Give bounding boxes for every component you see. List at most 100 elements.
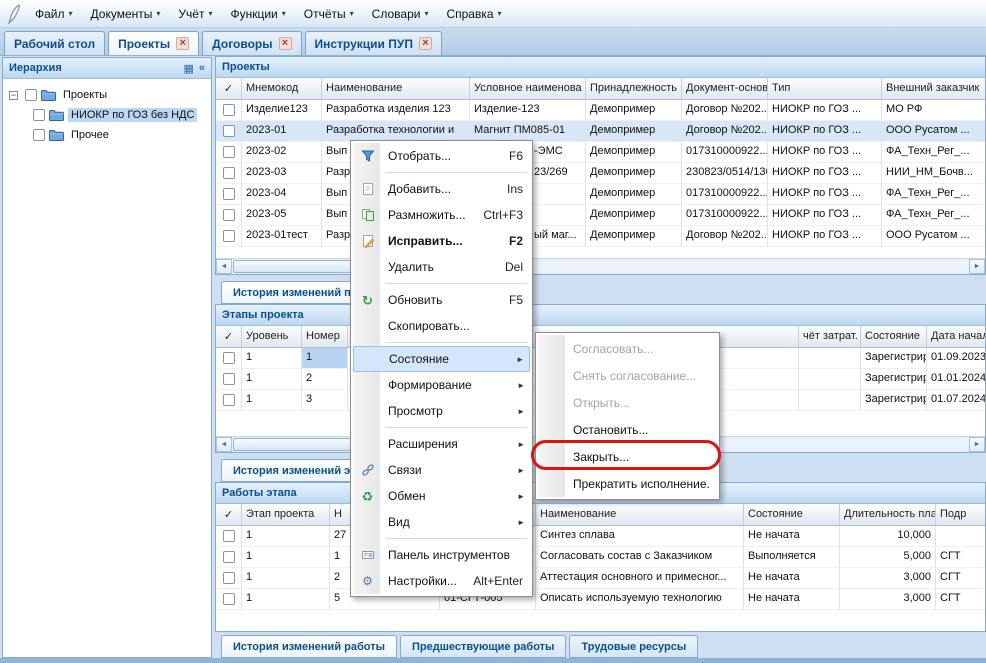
column-header[interactable]: Мнемокод — [242, 78, 322, 100]
tab-history-stage[interactable]: История изменений э... — [221, 459, 371, 482]
context-menu-item-2[interactable]: Добавить...Ins — [353, 176, 530, 202]
menubar-item-4[interactable]: Отчёты▾ — [295, 2, 363, 26]
column-header[interactable]: Состояние — [861, 326, 927, 348]
menubar-item-0[interactable]: Файл▾ — [26, 2, 82, 26]
table-row[interactable]: Изделие123Разработка изделия 123Изделие-… — [216, 100, 985, 121]
column-header[interactable]: Наименование — [536, 504, 744, 526]
horizontal-scrollbar[interactable]: ◄ ► — [216, 258, 985, 274]
column-header[interactable]: Этап проекта — [242, 504, 330, 526]
table-row[interactable]: 2023-01тестРазрый маг...ДемопримерДогово… — [216, 226, 985, 247]
submenu-item-2[interactable]: Открыть... — [538, 389, 717, 416]
context-menu-item-0[interactable]: Отобрать...F6 — [353, 143, 530, 169]
context-menu-item-15[interactable]: Связи► — [353, 457, 530, 483]
column-header[interactable]: Номер — [302, 326, 348, 348]
row-checkbox[interactable] — [223, 394, 235, 406]
column-header[interactable]: Подр — [936, 504, 985, 526]
column-header[interactable]: Тип — [768, 78, 882, 100]
menubar-item-6[interactable]: Справка▾ — [437, 2, 510, 26]
context-menu-item-8[interactable]: Скопировать... — [353, 313, 530, 339]
table-row[interactable]: 2023-02Вып-ЭМСДемопример017310000922...Н… — [216, 142, 985, 163]
bottom-tab-1[interactable]: Предшествующие работы — [400, 635, 566, 658]
bottom-tab-0[interactable]: История изменений работы — [221, 635, 397, 658]
column-header[interactable]: ✓ — [216, 504, 242, 526]
column-header[interactable]: ✓ — [216, 78, 242, 100]
tree-checkbox[interactable] — [33, 129, 45, 141]
submenu-item-5[interactable]: Прекратить исполнение... — [538, 470, 717, 497]
context-menu-item-20[interactable]: ⚙Настройки...Alt+Enter — [353, 568, 530, 594]
scroll-thumb[interactable] — [233, 438, 363, 451]
menubar-item-3[interactable]: Функции▾ — [221, 2, 294, 26]
scroll-right-icon[interactable]: ► — [969, 437, 985, 452]
context-menu-item-7[interactable]: ↻ОбновитьF5 — [353, 287, 530, 313]
tab-3[interactable]: Инструкции ПУП× — [305, 31, 442, 55]
column-header[interactable]: ✓ — [216, 326, 242, 348]
column-header[interactable]: Дата начала план — [927, 326, 985, 348]
column-header[interactable]: Внешний заказчик — [882, 78, 985, 100]
column-header[interactable]: Условное наименова — [470, 78, 586, 100]
menubar-item-1[interactable]: Документы▾ — [82, 2, 170, 26]
table-row[interactable]: 1501-СГТ-005Описать используемую техноло… — [216, 589, 985, 610]
scroll-left-icon[interactable]: ◄ — [216, 437, 232, 452]
submenu-item-3[interactable]: Остановить... — [538, 416, 717, 443]
tab-2[interactable]: Договоры× — [202, 31, 301, 55]
submenu-item-1[interactable]: Снять согласование... — [538, 362, 717, 389]
row-checkbox[interactable] — [223, 167, 235, 179]
menubar-item-2[interactable]: Учёт▾ — [169, 2, 221, 26]
table-row[interactable]: 12Аттестация основного и примесног...Не … — [216, 568, 985, 589]
context-menu-item-4[interactable]: Исправить...F2 — [353, 228, 530, 254]
context-menu-item-12[interactable]: Просмотр► — [353, 398, 530, 424]
column-header[interactable]: Принадлежность — [586, 78, 682, 100]
collapse-panel-icon[interactable]: « — [199, 62, 205, 74]
tab-close-icon[interactable]: × — [419, 37, 432, 50]
expand-collapse-icon[interactable]: − — [9, 91, 18, 100]
context-menu-item-17[interactable]: Вид► — [353, 509, 530, 535]
submenu-item-4[interactable]: Закрыть... — [538, 443, 717, 470]
context-menu-item-16[interactable]: ♻Обмен► — [353, 483, 530, 509]
column-header[interactable]: Уровень — [242, 326, 302, 348]
submenu-item-0[interactable]: Согласовать... — [538, 335, 717, 362]
tab-0[interactable]: Рабочий стол — [4, 31, 105, 55]
row-checkbox[interactable] — [223, 230, 235, 242]
context-menu-item-11[interactable]: Формирование► — [353, 372, 530, 398]
row-checkbox[interactable] — [223, 209, 235, 221]
column-header[interactable]: чёт затрат. — [799, 326, 861, 348]
tree-item-0[interactable]: −Проекты — [5, 85, 209, 105]
row-checkbox[interactable] — [223, 146, 235, 158]
scroll-thumb[interactable] — [233, 260, 363, 273]
context-menu-item-10[interactable]: Состояние► — [353, 346, 530, 372]
table-row[interactable]: 2023-05ВыпДемопример017310000922...НИОКР… — [216, 205, 985, 226]
grid-search-icon[interactable]: ▦ — [183, 62, 193, 75]
tab-close-icon[interactable]: × — [279, 37, 292, 50]
tab-1[interactable]: Проекты× — [108, 31, 199, 55]
column-header[interactable]: Длительность план▼ — [840, 504, 936, 526]
row-checkbox[interactable] — [223, 352, 235, 364]
tree-item-1[interactable]: НИОКР по ГОЗ без НДС — [5, 105, 209, 125]
row-checkbox[interactable] — [223, 551, 235, 563]
context-menu-item-5[interactable]: УдалитьDel — [353, 254, 530, 280]
context-menu-item-19[interactable]: Панель инструментов — [353, 542, 530, 568]
scroll-left-icon[interactable]: ◄ — [216, 259, 232, 274]
table-row[interactable]: 2023-03Разр23/269Демопример230823/0514/1… — [216, 163, 985, 184]
table-row[interactable]: 2023-01Разработка технологии иМагнит ПМ0… — [216, 121, 985, 142]
row-checkbox[interactable] — [223, 188, 235, 200]
row-checkbox[interactable] — [223, 572, 235, 584]
tab-close-icon[interactable]: × — [176, 37, 189, 50]
row-checkbox[interactable] — [223, 530, 235, 542]
row-checkbox[interactable] — [223, 104, 235, 116]
row-checkbox[interactable] — [223, 373, 235, 385]
table-row[interactable]: 2023-04ВыпДемопример017310000922...НИОКР… — [216, 184, 985, 205]
table-row[interactable]: 127Синтез сплаваНе начата10,000 — [216, 526, 985, 547]
row-checkbox[interactable] — [223, 593, 235, 605]
table-row[interactable]: 11Согласовать состав с ЗаказчикомВыполня… — [216, 547, 985, 568]
row-checkbox[interactable] — [223, 125, 235, 137]
column-header[interactable]: Документ-основан — [682, 78, 768, 100]
tree-checkbox[interactable] — [33, 109, 45, 121]
column-header[interactable]: Наименование — [322, 78, 470, 100]
tree-item-2[interactable]: Прочее — [5, 125, 209, 145]
bottom-tab-2[interactable]: Трудовые ресурсы — [569, 635, 698, 658]
column-header[interactable]: Состояние — [744, 504, 840, 526]
tree-checkbox[interactable] — [25, 89, 37, 101]
menubar-item-5[interactable]: Словари▾ — [363, 2, 438, 26]
context-menu-item-14[interactable]: Расширения► — [353, 431, 530, 457]
scroll-right-icon[interactable]: ► — [969, 259, 985, 274]
